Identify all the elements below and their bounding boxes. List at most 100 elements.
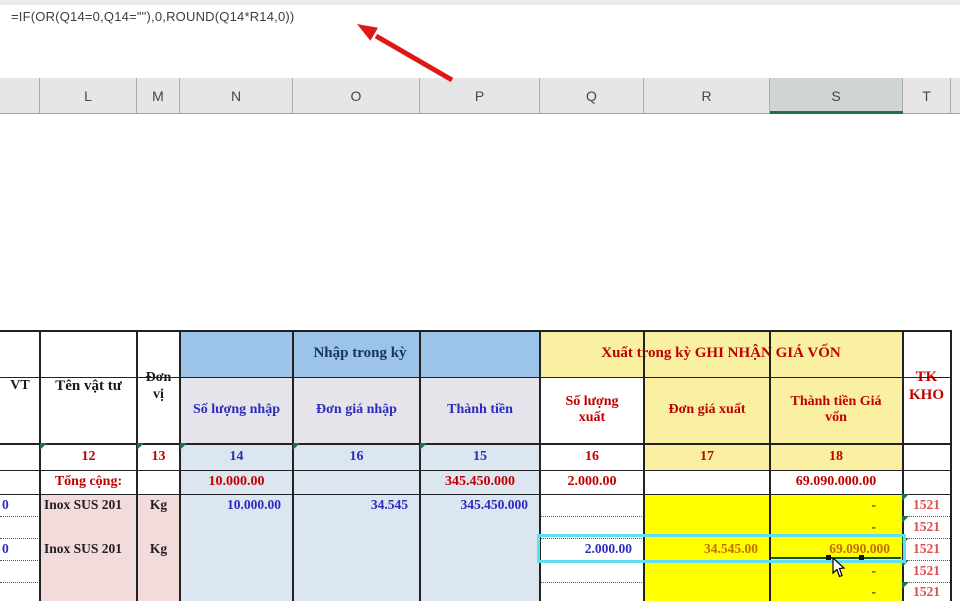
header-export-group[interactable]: Xuất trong kỳ GHI NHẬN GIÁ VỐN [540,330,902,377]
table-cell[interactable]: 14 [180,443,293,470]
column-header-Q[interactable]: Q [540,78,644,113]
table-cell[interactable]: 2.000.00 [540,470,644,494]
table-cell[interactable] [180,582,293,601]
table-cell[interactable]: 0 [0,494,40,516]
table-cell[interactable] [137,470,180,494]
table-cell[interactable] [137,560,180,582]
table-cell[interactable] [644,494,770,516]
grid-line [292,330,294,601]
table-cell[interactable]: Inox SUS 201 [40,494,137,516]
column-header-L[interactable]: L [40,78,137,113]
header-material-name[interactable]: Tên vật tư [40,330,137,443]
error-triangle-icon [293,443,300,450]
table-cell[interactable]: - [770,582,902,601]
header-material-code[interactable]: VT [0,330,40,443]
table-cell[interactable]: 69.090.000.00 [770,470,902,494]
table-cell[interactable]: Tổng cộng: [40,470,137,494]
header-import-group[interactable]: Nhập trong kỳ [180,330,540,377]
header-import-price[interactable]: Đơn giá nhập [293,377,420,443]
table-cell[interactable] [540,494,644,516]
column-header-N[interactable]: N [180,78,293,113]
fill-handle-dot[interactable] [859,555,864,560]
table-cell[interactable] [420,516,540,538]
column-header-T[interactable]: T [903,78,951,113]
error-triangle-icon [137,443,144,450]
mouse-cursor-icon [832,558,846,578]
table-cell[interactable] [540,560,644,582]
table-cell[interactable]: 34.545 [293,494,420,516]
table-cell[interactable] [293,560,420,582]
table-cell[interactable]: 15 [420,443,540,470]
table-cell[interactable] [0,560,40,582]
grid-line [419,330,421,601]
fill-handle-dot[interactable] [826,555,831,560]
table-cell[interactable] [644,470,770,494]
grid-line [39,330,41,601]
table-cell[interactable]: 345.450.000 [420,494,540,516]
table-cell[interactable] [540,582,644,601]
table-cell[interactable]: - [770,494,902,516]
table-cell[interactable]: 10.000.00 [180,494,293,516]
table-cell[interactable]: 18 [770,443,902,470]
header-import-amount[interactable]: Thành tiền [420,377,540,443]
table-cell[interactable]: 345.450.000 [420,470,540,494]
column-header-R[interactable]: R [644,78,770,113]
grid-line [950,330,952,601]
table-cell[interactable]: 1521 [902,516,951,538]
table-cell[interactable] [420,582,540,601]
grid-line [0,330,952,332]
column-header-O[interactable]: O [293,78,420,113]
table-cell[interactable] [0,582,40,601]
table-cell[interactable] [420,538,540,560]
header-import-qty[interactable]: Số lượng nhập [180,377,293,443]
table-cell[interactable] [40,582,137,601]
table-cell[interactable] [0,443,40,470]
formula-text[interactable]: =IF(OR(Q14=0,Q14=""),0,ROUND(Q14*R14,0)) [11,9,294,24]
header-export-amount[interactable]: Thành tiền Giá vốn [770,377,902,443]
table-cell[interactable]: 17 [644,443,770,470]
table-cell[interactable]: 16 [293,443,420,470]
table-cell[interactable] [293,470,420,494]
table-cell[interactable]: 12 [40,443,137,470]
table-cell[interactable]: 1521 [902,582,951,601]
header-unit[interactable]: Đơn vị [137,330,180,443]
table-cell[interactable] [180,516,293,538]
column-header-P[interactable]: P [420,78,540,113]
grid-line [179,330,181,601]
table-cell[interactable]: 1521 [902,560,951,582]
table-cell[interactable]: Kg [137,494,180,516]
table-cell[interactable] [902,470,951,494]
table-cell[interactable]: Kg [137,538,180,560]
table-cell[interactable] [293,516,420,538]
table-cell[interactable]: Inox SUS 201 [40,538,137,560]
header-stock-account[interactable]: TK KHO [902,330,951,443]
table-cell[interactable] [644,582,770,601]
table-cell[interactable] [420,560,540,582]
table-cell[interactable] [293,538,420,560]
table-cell[interactable] [40,516,137,538]
grid-line [136,330,138,601]
header-export-price[interactable]: Đơn giá xuất [644,377,770,443]
table-cell[interactable] [137,516,180,538]
header-export-qty[interactable]: Số lượng xuất [540,377,644,443]
table-cell[interactable]: 1521 [902,538,951,560]
table-cell[interactable]: 1521 [902,494,951,516]
table-cell[interactable] [293,582,420,601]
error-triangle-icon [180,443,187,450]
column-header-M[interactable]: M [137,78,180,113]
table-cell[interactable] [40,560,137,582]
table-cell[interactable]: 10.000.00 [180,470,293,494]
table-cell[interactable] [0,470,40,494]
column-header-S[interactable]: S [770,78,903,113]
table-cell[interactable] [902,443,951,470]
table-cell[interactable]: 0 [0,538,40,560]
table-cell[interactable]: 16 [540,443,644,470]
table-cell[interactable] [644,560,770,582]
error-triangle-icon [420,443,427,450]
formula-bar[interactable]: =IF(OR(Q14=0,Q14=""),0,ROUND(Q14*R14,0)) [0,5,960,78]
table-cell[interactable] [137,582,180,601]
table-cell[interactable] [180,560,293,582]
table-cell[interactable] [0,516,40,538]
table-cell[interactable] [180,538,293,560]
spreadsheet-view: { "formula_bar": { "formula": "=IF(OR(Q1… [0,0,960,601]
